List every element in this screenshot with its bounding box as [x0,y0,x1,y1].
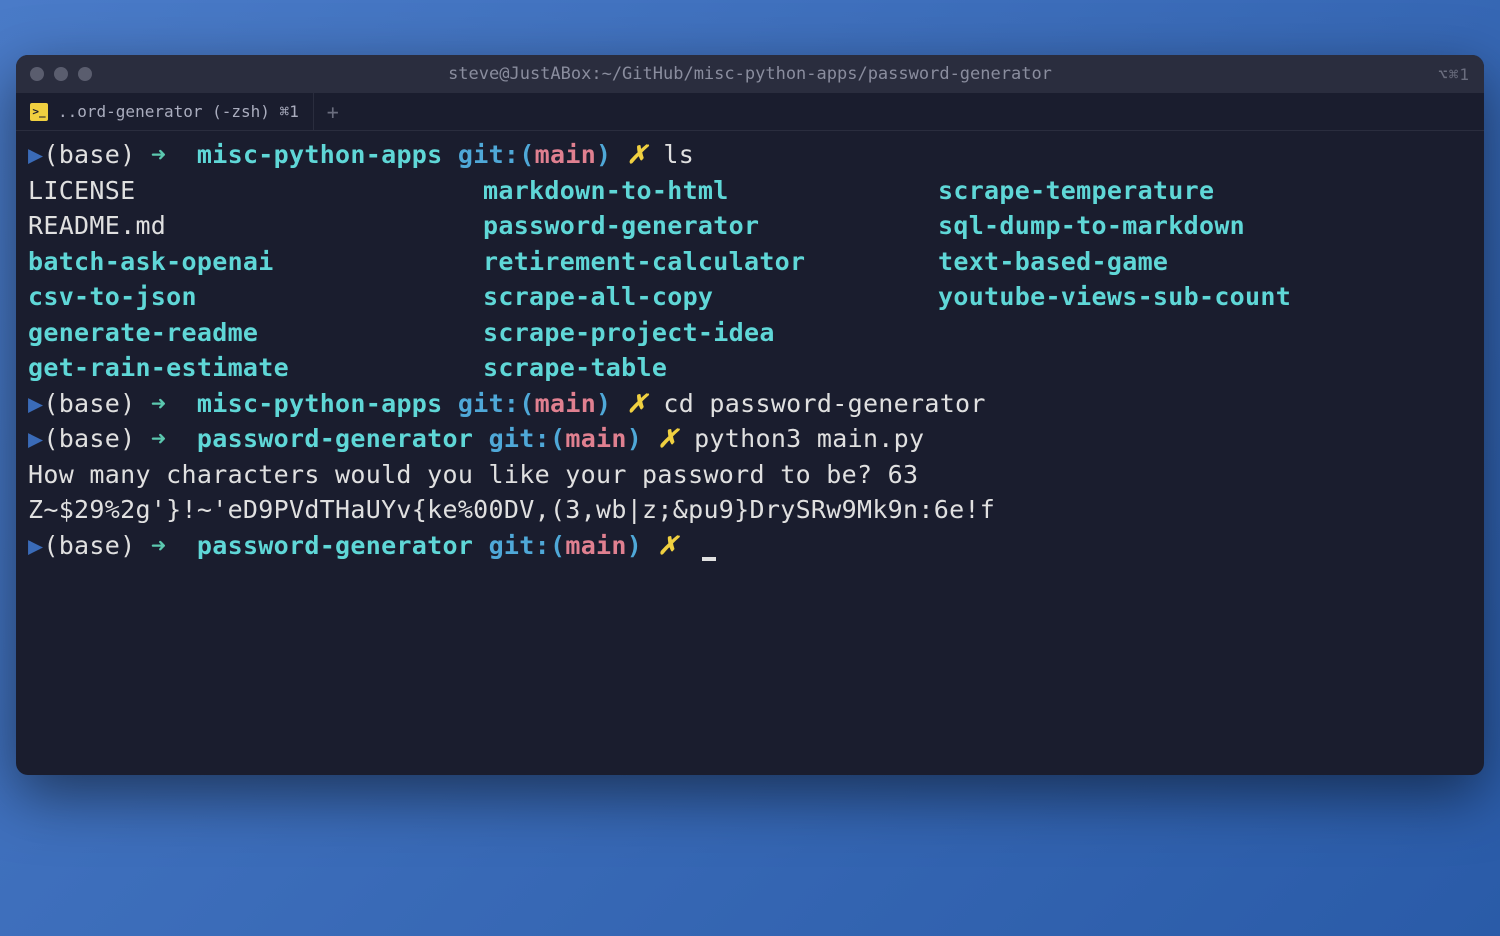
tab-active[interactable]: >_ ..ord-generator (-zsh) ⌘1 [16,93,314,130]
prompt-line: ▶(base) ➜ password-generator git:(main) … [28,421,1472,457]
terminal-icon: >_ [30,103,48,121]
ls-entry: scrape-temperature [938,173,1472,209]
ls-entry: youtube-views-sub-count [938,279,1472,315]
title-bar: steve@JustABox:~/GitHub/misc-python-apps… [16,55,1484,93]
generated-password: Z~$29%2g'}!~'eD9PVdTHaUYv{ke%00DV,(3,wb|… [28,492,1472,528]
prompt-line-current[interactable]: ▶(base) ➜ password-generator git:(main) … [28,528,1472,564]
traffic-lights [30,67,92,81]
ls-entry: text-based-game [938,244,1472,280]
ls-entry: retirement-calculator [483,244,938,280]
ls-entry: generate-readme [28,315,483,351]
ls-entry: password-generator [483,208,938,244]
ls-entry: csv-to-json [28,279,483,315]
ls-entry: LICENSE [28,173,483,209]
maximize-button[interactable] [78,67,92,81]
tab-bar: >_ ..ord-generator (-zsh) ⌘1 + [16,93,1484,131]
terminal-body[interactable]: ▶(base) ➜ misc-python-apps git:(main) ✗ … [16,131,1484,775]
ls-entry: scrape-project-idea [483,315,938,351]
prompt-line: ▶(base) ➜ misc-python-apps git:(main) ✗ … [28,137,1472,173]
ls-entry: sql-dump-to-markdown [938,208,1472,244]
ls-output: LICENSE README.md batch-ask-openai csv-t… [28,173,1472,386]
program-prompt: How many characters would you like your … [28,457,1472,493]
window-title: steve@JustABox:~/GitHub/misc-python-apps… [16,64,1484,84]
title-bar-shortcut: ⌥⌘1 [1438,65,1470,84]
prompt-line: ▶(base) ➜ misc-python-apps git:(main) ✗ … [28,386,1472,422]
close-button[interactable] [30,67,44,81]
ls-entry: README.md [28,208,483,244]
cursor [702,557,716,561]
minimize-button[interactable] [54,67,68,81]
ls-entry: get-rain-estimate [28,350,483,386]
tab-label: ..ord-generator (-zsh) ⌘1 [58,102,299,121]
ls-entry: scrape-all-copy [483,279,938,315]
ls-entry: batch-ask-openai [28,244,483,280]
new-tab-button[interactable]: + [314,93,352,130]
ls-entry: markdown-to-html [483,173,938,209]
ls-entry: scrape-table [483,350,938,386]
terminal-window: steve@JustABox:~/GitHub/misc-python-apps… [16,55,1484,775]
